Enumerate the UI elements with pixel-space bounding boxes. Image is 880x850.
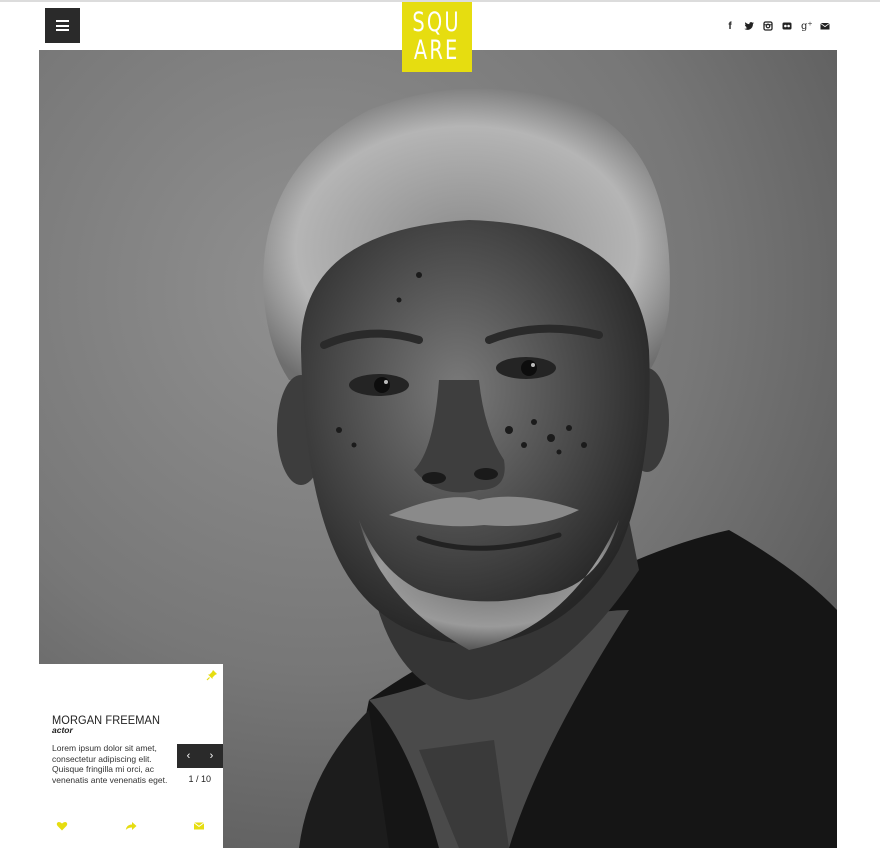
slide-pager: ‹ › [177, 744, 223, 768]
flickr-icon[interactable] [782, 21, 792, 33]
next-slide-button[interactable]: › [204, 744, 220, 768]
instagram-icon[interactable] [763, 21, 773, 33]
hamburger-menu-icon [56, 20, 69, 31]
email-icon[interactable] [820, 21, 830, 33]
heart-icon[interactable] [56, 820, 68, 832]
logo-line-1: SQU [412, 7, 462, 38]
person-description: Lorem ipsum dolor sit amet, consectetur … [52, 743, 168, 785]
share-icon[interactable] [125, 820, 137, 832]
logo[interactable]: SQU ARE [402, 2, 472, 72]
card-actions [39, 820, 223, 832]
prev-slide-button[interactable]: ‹ [181, 744, 197, 768]
person-role: actor [52, 725, 73, 735]
google-plus-icon[interactable]: g⁺ [801, 21, 813, 33]
info-card: MORGAN FREEMAN actor Lorem ipsum dolor s… [39, 664, 223, 848]
twitter-icon[interactable] [744, 21, 754, 33]
logo-line-2: ARE [414, 35, 460, 66]
pin-icon[interactable] [206, 669, 218, 681]
social-links: f g⁺ [725, 21, 830, 33]
slide-counter: 1 / 10 [188, 774, 211, 784]
facebook-icon[interactable]: f [725, 21, 735, 33]
menu-button[interactable] [45, 8, 80, 43]
email-icon[interactable] [193, 820, 205, 832]
